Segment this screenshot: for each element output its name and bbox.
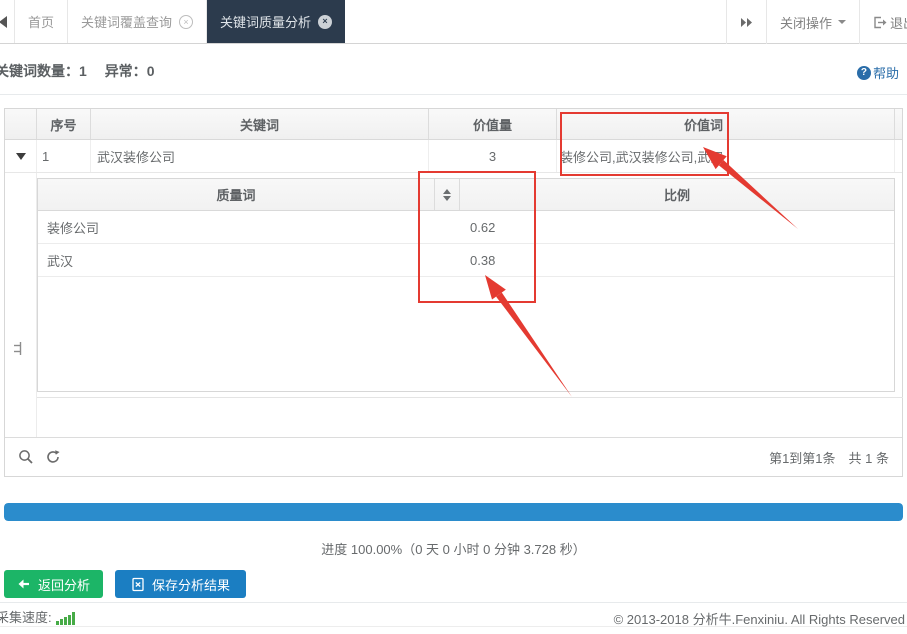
- question-circle-icon: ?: [856, 65, 871, 80]
- keyword-count-value: 1: [79, 63, 87, 79]
- keyword-grid: 序号 关键词 价值量 价值词 1 武汉装修公司 3 装修公司,武汉装修公司,武汉: [4, 108, 903, 477]
- exit-label: 退出: [889, 15, 907, 31]
- close-actions-dropdown[interactable]: 关闭操作: [765, 0, 859, 44]
- column-header-quality-word[interactable]: 质量词: [38, 179, 435, 210]
- panel-divider: [0, 94, 907, 95]
- table-row[interactable]: 1 武汉装修公司 3 装修公司,武汉装修公司,武汉: [5, 140, 902, 173]
- abnormal-label: 异常：: [104, 63, 147, 79]
- footer: 采集速度: © 2013-2018 分析牛.Fenxiniu. All Righ…: [0, 602, 907, 627]
- close-tab-icon[interactable]: ×: [179, 14, 194, 29]
- subgrid-gutter: [5, 173, 37, 439]
- keyword-count-label: 关键词数量：: [0, 63, 79, 79]
- list-item[interactable]: 武汉 0.38: [38, 244, 894, 277]
- progress-bar: [4, 503, 903, 521]
- close-tab-icon[interactable]: ×: [318, 14, 333, 29]
- help-label: 帮助: [872, 66, 899, 81]
- pagination-status: 第1到第1条 共 1 条: [769, 450, 889, 466]
- cell-ratio: 0.38: [470, 252, 496, 268]
- tab-label: 首页: [28, 15, 55, 30]
- cell-index: 1: [37, 140, 91, 172]
- back-to-analysis-button[interactable]: 返回分析: [4, 570, 104, 598]
- summary-stats: 关键词数量：1 异常：0: [0, 61, 168, 81]
- column-header-filler: [895, 109, 902, 139]
- tab-bar: 首页 关键词覆盖查询 × 关键词质量分析 × 关闭操作 退: [0, 0, 907, 44]
- quality-word-subgrid: 质量词 比例 装修公司 0.62 武汉 0.38: [37, 178, 895, 392]
- subgrid-header-row: 质量词 比例: [38, 179, 894, 211]
- exit-button[interactable]: 退出: [858, 0, 907, 44]
- sign-out-icon: [874, 16, 887, 28]
- back-button-label: 返回分析: [38, 577, 91, 593]
- collection-speed: 采集速度:: [0, 607, 75, 626]
- abnormal-value: 0: [146, 63, 155, 79]
- search-icon[interactable]: [18, 449, 34, 465]
- close-actions-label: 关闭操作: [779, 15, 832, 31]
- column-header-value-words[interactable]: 价值词: [557, 109, 895, 139]
- chevron-down-icon: [837, 20, 846, 24]
- app-window: 首页 关键词覆盖查询 × 关键词质量分析 × 关闭操作 退 关键词数量：1 异常…: [0, 0, 907, 634]
- sort-arrows-icon[interactable]: [443, 188, 451, 201]
- grid-header-row: 序号 关键词 价值量 价值词: [5, 109, 902, 140]
- speed-label: 采集速度:: [0, 610, 52, 625]
- cell-sort-spacer: [435, 244, 460, 276]
- refresh-icon[interactable]: [45, 449, 61, 465]
- help-link[interactable]: ? 帮助: [856, 63, 899, 82]
- expander-column-header: [5, 109, 37, 139]
- row-expander-cell[interactable]: [5, 140, 37, 172]
- tab-keyword-coverage-query[interactable]: 关键词覆盖查询 ×: [68, 0, 208, 43]
- column-header-value-count[interactable]: 价值量: [429, 109, 557, 139]
- cell-ratio: 0.62: [470, 219, 496, 235]
- subgrid-row-divider: [37, 397, 903, 398]
- save-analysis-result-button[interactable]: 保存分析结果: [115, 570, 247, 598]
- grid-pager: 第1到第1条 共 1 条: [5, 437, 902, 476]
- sort-column-header[interactable]: [435, 179, 460, 210]
- cell-keyword: 武汉装修公司: [91, 140, 429, 172]
- column-header-index[interactable]: 序号: [37, 109, 91, 139]
- column-header-ratio[interactable]: 比例: [460, 179, 894, 210]
- tabbar-right-controls: 关闭操作 退出: [725, 0, 907, 44]
- arrow-left-icon: [18, 579, 29, 589]
- tab-list: 首页 关键词覆盖查询 × 关键词质量分析 ×: [14, 0, 346, 43]
- progress-bar-fill: [4, 503, 903, 521]
- cell-quality-word: 武汉: [47, 253, 74, 269]
- save-button-label: 保存分析结果: [152, 577, 231, 593]
- copyright-text: © 2013-2018 分析牛.Fenxiniu. All Rights Res…: [613, 612, 905, 627]
- cell-filler: [895, 140, 902, 172]
- scroll-tabs-right-button[interactable]: [725, 0, 766, 44]
- collapse-row-icon[interactable]: [15, 152, 26, 160]
- signal-bars-icon: [55, 612, 75, 626]
- scroll-tabs-left-icon[interactable]: [0, 16, 7, 28]
- cell-value-count: 3: [429, 140, 557, 172]
- list-item[interactable]: 装修公司 0.62: [38, 211, 894, 244]
- tab-keyword-quality-analysis[interactable]: 关键词质量分析 ×: [207, 0, 346, 43]
- tab-label: 关键词覆盖查询: [81, 15, 173, 30]
- cell-quality-word: 装修公司: [47, 220, 100, 236]
- cell-value-words: 装修公司,武汉装修公司,武汉: [557, 140, 895, 172]
- progress-status-text: 进度 100.00%（0 天 0 小时 0 分钟 3.728 秒）: [321, 542, 586, 557]
- tab-home[interactable]: 首页: [14, 0, 69, 43]
- tab-label: 关键词质量分析: [220, 15, 312, 30]
- double-chevron-right-icon: [740, 17, 752, 27]
- subgrid-tree-icon[interactable]: [12, 341, 27, 356]
- excel-file-icon: [132, 577, 144, 591]
- cell-sort-spacer: [435, 211, 460, 243]
- column-header-keyword[interactable]: 关键词: [91, 109, 429, 139]
